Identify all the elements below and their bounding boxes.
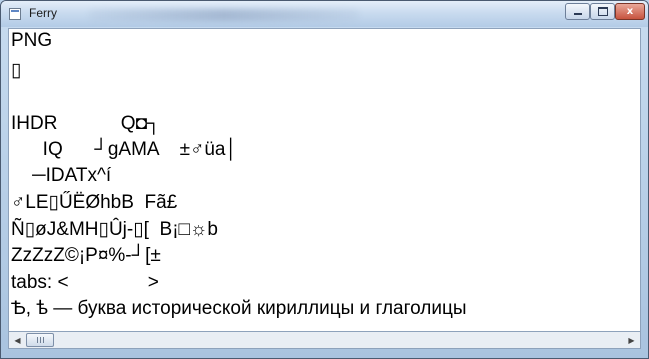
- maximize-button[interactable]: [590, 3, 615, 20]
- text-line-7: ♂LE▯ŰËØhbB Fã£: [11, 192, 178, 213]
- text-line-11: Ѣ, ѣ — буква исторической кириллицы и гл…: [11, 298, 467, 319]
- text-line-1: PNG: [11, 30, 53, 51]
- maximize-icon: [597, 7, 608, 16]
- minimize-icon: [573, 13, 582, 15]
- close-button[interactable]: x: [615, 3, 645, 20]
- text-line-2: ▯: [11, 60, 22, 81]
- blurred-title-area: [89, 9, 359, 21]
- text-line-5: IQ ┘gAMA ±♂üa│: [11, 139, 238, 160]
- app-icon[interactable]: [9, 8, 21, 20]
- text-view[interactable]: PNG ▯ IHDR Q◘┐ IQ ┘gAMA ±♂üa│ ─IDATx^í ♂…: [8, 28, 641, 332]
- grip-line: [36, 337, 38, 343]
- text-line-4: IHDR Q◘┐: [11, 113, 161, 134]
- text-line-10: tabs: < >: [11, 272, 159, 293]
- horizontal-scrollbar[interactable]: ◀ ▶: [8, 332, 641, 349]
- grip-line: [39, 337, 41, 343]
- text-line-8: Ñ▯øJ&MH▯Ûj-▯[ B¡□☼b: [11, 219, 218, 240]
- scrollbar-thumb[interactable]: [26, 333, 54, 347]
- scroll-left-arrow-icon[interactable]: ◀: [9, 332, 26, 348]
- text-line-9: ZzZzZ©¡P¤%-┘[±: [11, 245, 161, 266]
- title-bar[interactable]: Ferry x: [1, 1, 648, 27]
- text-line-6: ─IDATx^í: [11, 165, 112, 186]
- grip-line: [42, 337, 44, 343]
- minimize-button[interactable]: [565, 3, 590, 20]
- window-title: Ferry: [29, 6, 57, 20]
- scroll-right-arrow-icon[interactable]: ▶: [623, 332, 640, 348]
- close-icon: x: [626, 6, 634, 17]
- app-window: Ferry x PNG ▯ IHDR Q◘┐ IQ ┘gAMA ±♂üa│ ─I…: [0, 0, 649, 359]
